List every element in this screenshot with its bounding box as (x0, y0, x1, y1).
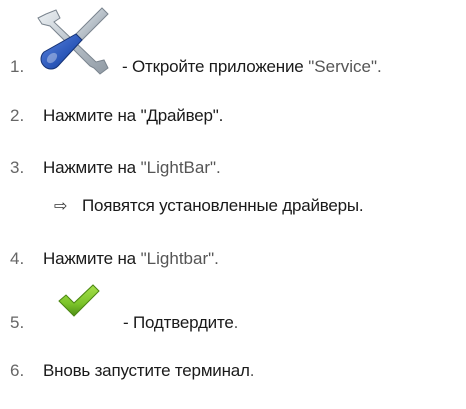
step-action: Подтвердите (132, 313, 234, 332)
step-prefix: - (123, 313, 133, 332)
instruction-page: 1. - Откройте приложение "Service". 2. Наж… (0, 0, 466, 409)
step-4: 4. Нажмите на "Lightbar". (10, 248, 219, 270)
step-number: 1. (10, 57, 25, 76)
menu-item-name: "Lightbar". (140, 249, 219, 268)
step-number: 6. (10, 361, 25, 380)
step-number: 3. (10, 158, 25, 177)
result-arrow-icon: ⇨ (54, 196, 68, 215)
step-period: . (233, 313, 239, 332)
step-1: 1. - Откройте приложение "Service". (10, 56, 382, 78)
step-number: 2. (10, 106, 25, 125)
step-6: 6. Вновь запустите терминал. (10, 360, 255, 382)
step-number: 5. (10, 313, 25, 332)
step-3: 3. Нажмите на "LightBar". (10, 157, 221, 179)
step-action: Нажмите на (43, 249, 136, 268)
step-action: Нажмите на (43, 106, 136, 125)
app-name: "Service". (308, 57, 382, 76)
step-2: 2. Нажмите на "Драйвер". (10, 105, 223, 127)
step-action: Откройте приложение (131, 57, 304, 76)
menu-item-name: "LightBar". (140, 158, 221, 177)
result-text: Появятся установленные драйверы. (82, 196, 364, 215)
step-period: . (249, 361, 255, 380)
step-5: 5. - Подтвердите. (10, 312, 238, 334)
step-3-result: ⇨ Появятся установленные драйверы. (54, 195, 364, 217)
step-action: Нажмите на (43, 158, 136, 177)
step-action: Вновь запустите терминал (43, 361, 250, 380)
step-prefix: - (122, 57, 132, 76)
menu-item-name: "Драйвер". (140, 106, 224, 125)
step-number: 4. (10, 249, 25, 268)
